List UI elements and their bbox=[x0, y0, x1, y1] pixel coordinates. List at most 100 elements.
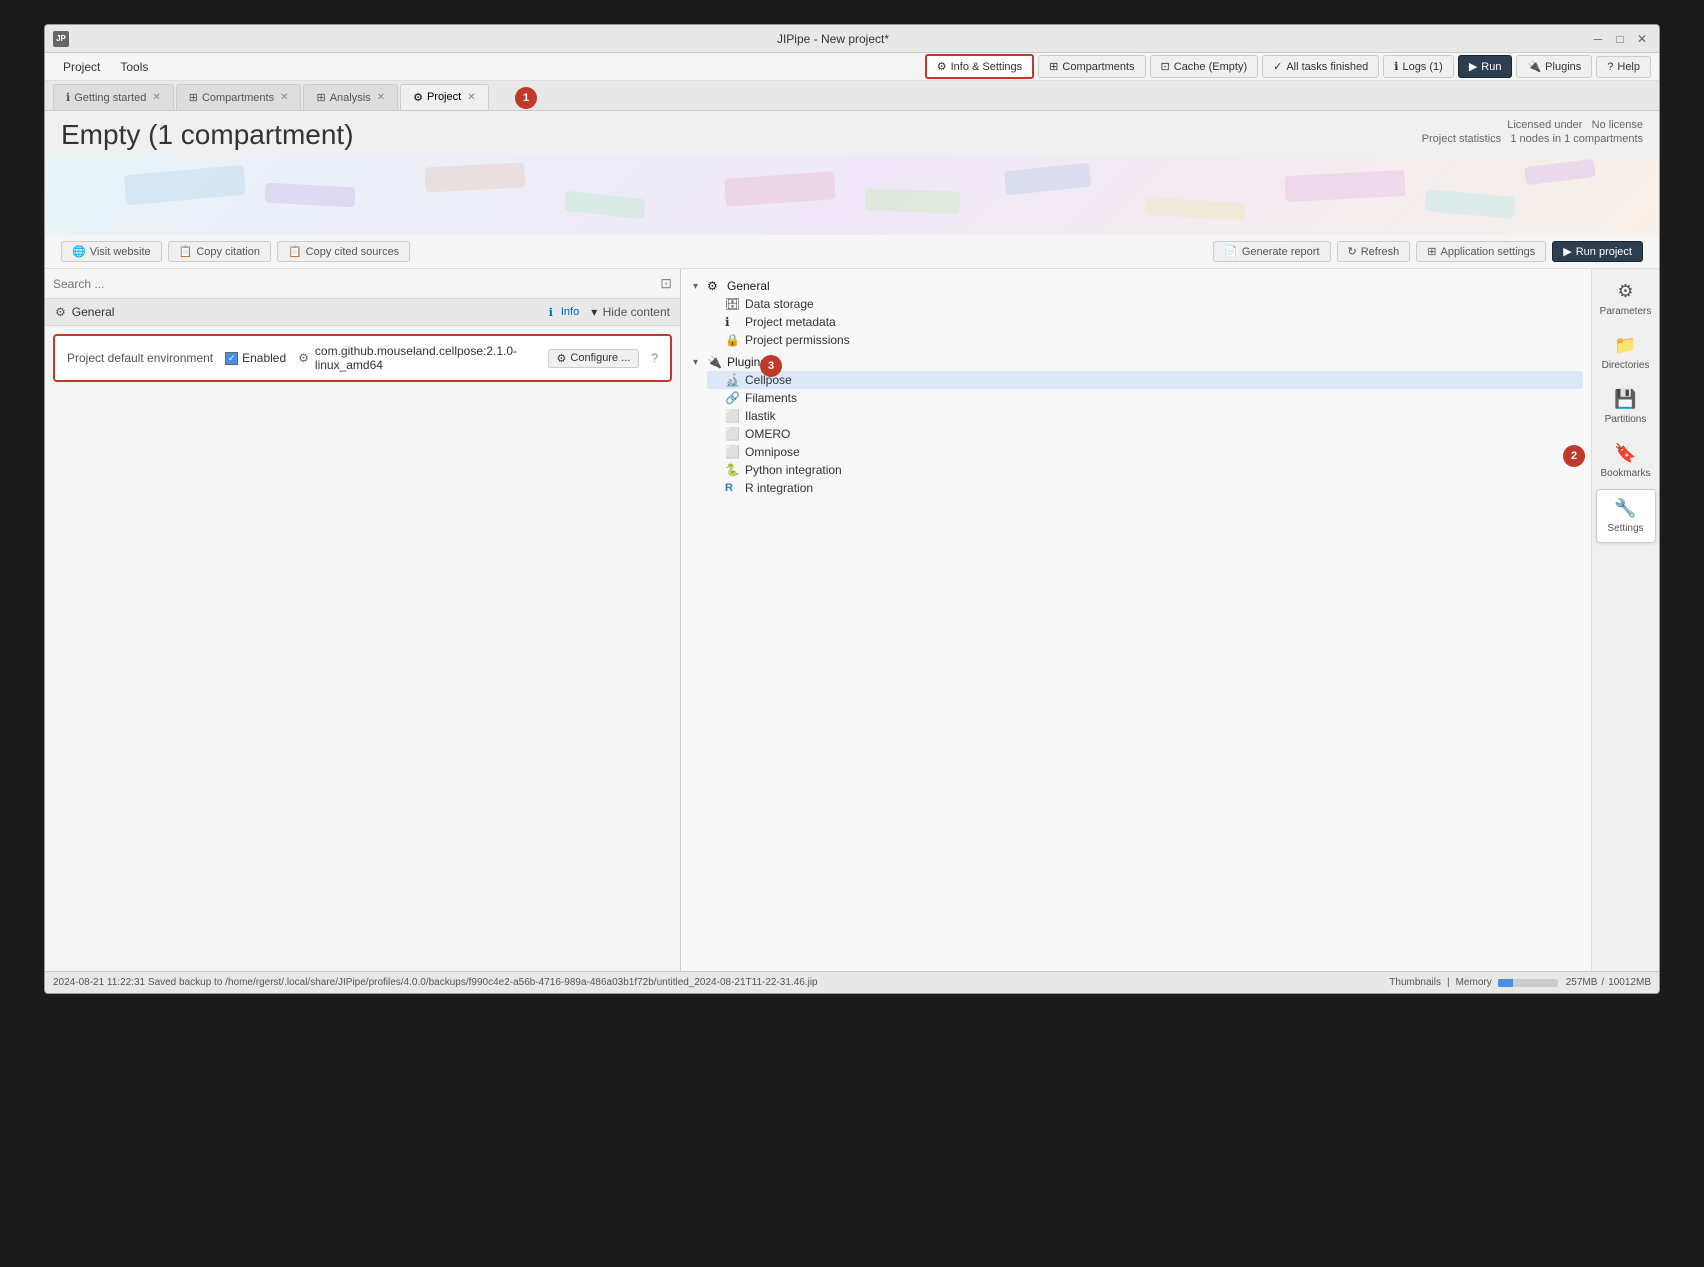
omnipose-icon: ⬜ bbox=[725, 445, 741, 459]
info-settings-button[interactable]: ⚙ Info & Settings bbox=[925, 54, 1034, 79]
split-content: ⊡ ⚙ General ℹ Info ▾ Hide content bbox=[45, 269, 1659, 971]
tab-compartments[interactable]: ⊞ Compartments ✕ bbox=[176, 84, 302, 110]
all-tasks-button[interactable]: ✓ All tasks finished bbox=[1262, 55, 1379, 78]
tree-ilastik-label: Ilastik bbox=[745, 409, 776, 423]
checkbox-input[interactable] bbox=[225, 352, 238, 365]
badge-3: 3 bbox=[760, 355, 782, 377]
generate-report-button[interactable]: 📄 Generate report bbox=[1213, 241, 1330, 262]
tree-project-metadata-label: Project metadata bbox=[745, 315, 836, 329]
minimize-button[interactable]: ─ bbox=[1589, 30, 1607, 48]
tab-close-getting-started[interactable]: ✕ bbox=[152, 92, 160, 103]
datastorage-icon: 🗄 bbox=[725, 297, 741, 311]
side-icons-panel: ⚙ Parameters 📁 Directories 💾 Partitions … bbox=[1591, 269, 1659, 971]
search-collapse-icon[interactable]: ⊡ bbox=[660, 275, 672, 292]
visit-website-button[interactable]: 🌐 Visit website bbox=[61, 241, 162, 262]
configure-gear-icon: ⚙ bbox=[557, 352, 567, 365]
directories-button[interactable]: 📁 Directories bbox=[1596, 327, 1656, 379]
tree-general-icon: ⚙ bbox=[707, 279, 723, 293]
tab-analysis[interactable]: ⊞ Analysis ✕ bbox=[303, 84, 398, 110]
env-path: ⚙ com.github.mouseland.cellpose:2.1.0-li… bbox=[298, 344, 535, 372]
omero-icon: ⬜ bbox=[725, 427, 741, 441]
search-input[interactable] bbox=[53, 277, 660, 291]
partitions-button[interactable]: 💾 Partitions bbox=[1596, 381, 1656, 433]
run-button[interactable]: ▶ Run bbox=[1458, 55, 1513, 78]
settings-icon: ⊞ bbox=[1427, 245, 1436, 258]
cache-icon: ⊡ bbox=[1161, 60, 1170, 73]
badge-1: 1 bbox=[515, 87, 537, 109]
tree-project-metadata[interactable]: ℹ Project metadata bbox=[707, 313, 1583, 331]
info-button[interactable]: ℹ Info bbox=[549, 306, 580, 319]
plugins-button[interactable]: 🔌 Plugins bbox=[1516, 55, 1592, 78]
tab-close-compartments[interactable]: ✕ bbox=[280, 92, 288, 103]
stats-label: Project statistics bbox=[1422, 133, 1501, 145]
gear-icon: ⚙ bbox=[937, 60, 947, 73]
tab-getting-started[interactable]: ℹ Getting started ✕ bbox=[53, 84, 174, 110]
metadata-icon: ℹ bbox=[725, 315, 741, 329]
tree-general-children: 🗄 Data storage ℹ Project metadata 🔒 Proj… bbox=[689, 295, 1583, 349]
tree-project-permissions[interactable]: 🔒 Project permissions bbox=[707, 331, 1583, 349]
tree-r-integration[interactable]: R R integration bbox=[707, 479, 1583, 497]
tab-project[interactable]: ⚙ Project ✕ bbox=[400, 84, 489, 110]
play-icon: ▶ bbox=[1563, 245, 1571, 258]
tree-general-section[interactable]: ▾ ⚙ General bbox=[689, 277, 1583, 295]
menu-bar: Project Tools ⚙ Info & Settings ⊞ Compar… bbox=[45, 53, 1659, 81]
bookmarks-label: Bookmarks bbox=[1600, 468, 1650, 479]
tree-filaments-label: Filaments bbox=[745, 391, 797, 405]
close-button[interactable]: ✕ bbox=[1633, 30, 1651, 48]
tree-plugins-section[interactable]: ▾ 🔌 Plugins bbox=[689, 353, 1583, 371]
enabled-checkbox[interactable]: Enabled bbox=[225, 351, 286, 365]
tab-icon: ⊞ bbox=[189, 91, 198, 104]
menu-tools[interactable]: Tools bbox=[110, 56, 158, 78]
tree-python-label: Python integration bbox=[745, 463, 842, 477]
parameters-button[interactable]: ⚙ Parameters bbox=[1596, 273, 1656, 325]
report-icon: 📄 bbox=[1224, 245, 1238, 258]
tree-toggle-general: ▾ bbox=[693, 281, 707, 292]
tree-omero[interactable]: ⬜ OMERO bbox=[707, 425, 1583, 443]
permissions-icon: 🔒 bbox=[725, 333, 741, 347]
project-header: Empty (1 compartment) Licensed under No … bbox=[45, 111, 1659, 155]
maximize-button[interactable]: □ bbox=[1611, 30, 1629, 48]
copy-cited-sources-button[interactable]: 📋 Copy cited sources bbox=[277, 241, 410, 262]
cache-button[interactable]: ⊡ Cache (Empty) bbox=[1150, 55, 1259, 78]
refresh-button[interactable]: ↻ Refresh bbox=[1337, 241, 1411, 262]
filaments-icon: 🔗 bbox=[725, 391, 741, 405]
environment-row: Project default environment Enabled ⚙ co… bbox=[53, 334, 672, 382]
tree-filaments[interactable]: 🔗 Filaments bbox=[707, 389, 1583, 407]
tree-python-integration[interactable]: 🐍 Python integration bbox=[707, 461, 1583, 479]
toggle-icon: ▾ bbox=[591, 305, 597, 319]
tab-close-analysis[interactable]: ✕ bbox=[377, 92, 385, 103]
copy-sources-icon: 📋 bbox=[288, 245, 302, 258]
directories-label: Directories bbox=[1602, 360, 1650, 371]
app-logo: JP bbox=[53, 31, 69, 47]
settings-side-button[interactable]: 🔧 Settings bbox=[1596, 489, 1656, 543]
window-title: JIPipe - New project* bbox=[77, 32, 1589, 46]
memory-fill bbox=[1498, 979, 1514, 987]
run-project-button[interactable]: ▶ Run project bbox=[1552, 241, 1643, 262]
application-settings-button[interactable]: ⊞ Application settings bbox=[1416, 241, 1546, 262]
project-stats: Licensed under No license Project statis… bbox=[1422, 119, 1643, 147]
license-value: No license bbox=[1592, 119, 1643, 131]
help-icon[interactable]: ? bbox=[651, 351, 658, 365]
tree-data-storage[interactable]: 🗄 Data storage bbox=[707, 295, 1583, 313]
action-toolbar: 🌐 Visit website 📋 Copy citation 📋 Copy c… bbox=[45, 235, 1659, 269]
hide-content-button[interactable]: ▾ Hide content bbox=[591, 305, 670, 319]
compartments-icon: ⊞ bbox=[1049, 60, 1058, 73]
settings-wrench-icon: 🔧 bbox=[1614, 498, 1636, 519]
copy-citation-button[interactable]: 📋 Copy citation bbox=[168, 241, 271, 262]
menu-project[interactable]: Project bbox=[53, 56, 110, 78]
play-icon: ▶ bbox=[1469, 60, 1477, 73]
help-button[interactable]: ? Help bbox=[1596, 56, 1651, 78]
tree-ilastik[interactable]: ⬜ Ilastik bbox=[707, 407, 1583, 425]
bookmarks-button[interactable]: 🔖 Bookmarks bbox=[1596, 435, 1656, 487]
tree-omnipose[interactable]: ⬜ Omnipose bbox=[707, 443, 1583, 461]
parameters-icon: ⚙ bbox=[1617, 281, 1633, 302]
logs-button[interactable]: ℹ Logs (1) bbox=[1383, 55, 1454, 78]
search-bar: ⊡ bbox=[45, 269, 680, 299]
tree-cellpose[interactable]: 🔬 Cellpose bbox=[707, 371, 1583, 389]
configure-button[interactable]: ⚙ Configure ... bbox=[548, 349, 640, 368]
tree-plugins-children: 🔬 Cellpose 🔗 Filaments ⬜ Ilastik bbox=[689, 371, 1583, 497]
info-icon: ℹ bbox=[549, 306, 553, 319]
general-section-header: ⚙ General ℹ Info ▾ Hide content bbox=[45, 299, 680, 326]
compartments-button[interactable]: ⊞ Compartments bbox=[1038, 55, 1145, 78]
tab-close-project[interactable]: ✕ bbox=[467, 92, 475, 103]
